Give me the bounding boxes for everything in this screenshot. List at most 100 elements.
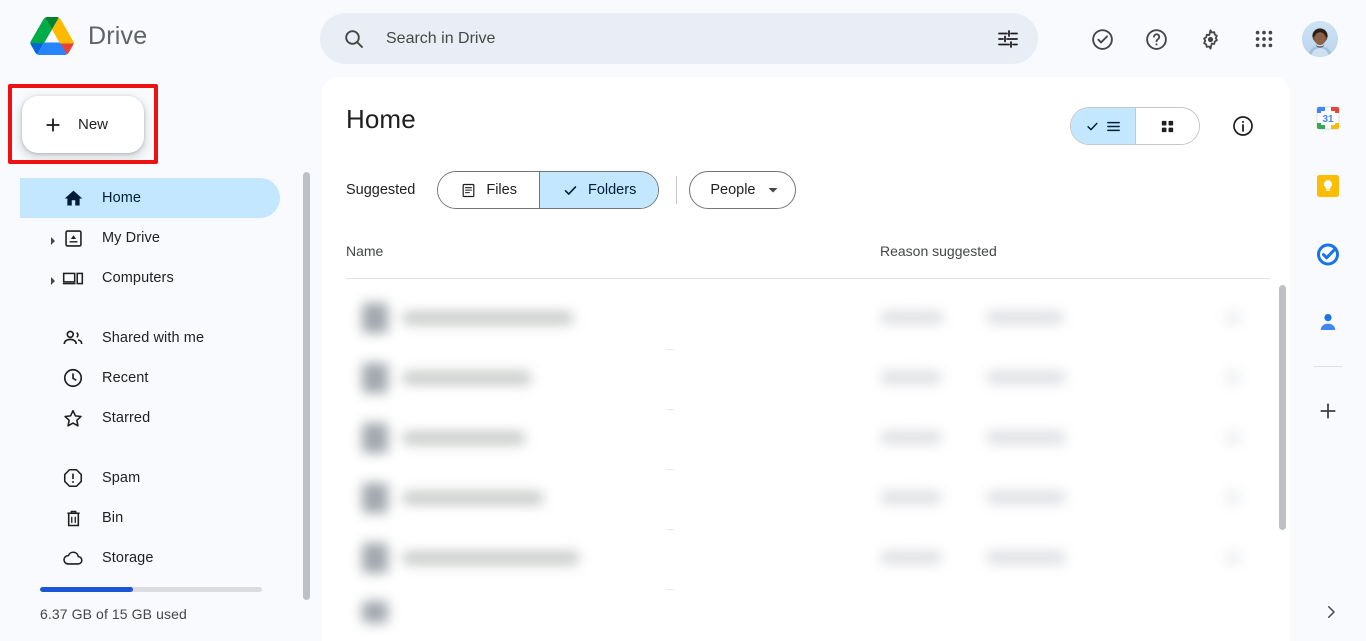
expand-side-panel-button[interactable] [1314,595,1348,629]
tasks-button[interactable] [1078,15,1126,63]
rail-divider [1314,366,1342,367]
chevron-right-icon[interactable] [48,233,58,245]
row-divider [666,589,674,590]
suggested-files-list [322,283,1290,641]
row-name [402,551,580,565]
grid-icon [1161,120,1174,132]
keep-app-button[interactable] [1306,164,1350,208]
row-more-button[interactable] [1226,431,1240,444]
right-side-panel: 31 [1290,77,1366,641]
search-bar[interactable] [320,13,1038,64]
trash-icon [62,507,84,529]
sidebar-item-bin[interactable]: Bin [20,498,280,538]
row-reason-detail [986,491,1066,504]
google-contacts-icon [1320,314,1336,330]
storage-progress-fill [40,587,134,592]
tune-filter-icon [998,29,1018,48]
sidebar-item-starred[interactable]: Starred [20,398,280,438]
table-row[interactable] [346,469,1266,529]
google-drive-window: Drive New Home My Drive Computers Shared… [0,0,1366,641]
row-more-button[interactable] [1226,371,1240,384]
file-type-icon [362,601,388,623]
people-filter-label: People [710,182,756,198]
suggested-label: Suggested [346,182,416,198]
header-icon-group [1078,15,1338,63]
details-info-button[interactable] [1228,111,1258,141]
filter-divider [676,176,678,204]
avatar[interactable] [1302,21,1338,57]
calendar-app-button[interactable]: 31 [1306,96,1350,140]
table-row[interactable] [346,409,1266,469]
avatar-image [1302,21,1338,57]
row-reason [880,371,942,384]
column-header-name: Name [346,243,384,259]
list-icon [1106,121,1120,131]
file-icon [462,183,475,197]
file-type-icon [362,303,388,333]
search-input[interactable] [386,29,974,48]
tasks-app-button[interactable] [1306,232,1350,276]
sidebar-item-my-drive[interactable]: My Drive [20,218,280,258]
brand[interactable]: Drive [30,16,147,56]
sidebar-item-computers[interactable]: Computers [20,258,280,298]
my-drive-icon [62,227,84,249]
sidebar-scrollbar[interactable] [303,172,310,600]
file-type-icon [362,423,388,453]
row-reason [880,311,944,324]
sidebar-item-label: Recent [102,370,149,386]
sidebar-item-recent[interactable]: Recent [20,358,280,398]
sidebar-item-label: Shared with me [102,330,205,346]
google-apps-button[interactable] [1240,15,1288,63]
search-filter-button[interactable] [984,15,1032,63]
table-row[interactable] [346,349,1266,409]
file-type-icon [362,543,388,573]
chevron-right-icon[interactable] [48,273,58,285]
suggested-filter-row: Suggested Files Folders People [346,171,797,209]
sidebar-item-spam[interactable]: Spam [20,458,280,498]
star-icon [62,407,84,429]
new-button[interactable]: New [22,96,144,153]
content-scrollbar[interactable] [1279,285,1286,530]
left-sidebar: Drive New Home My Drive Computers Shared… [0,0,320,641]
table-row[interactable] [346,593,1266,641]
storage-progress-bar [40,587,262,592]
help-button[interactable] [1132,15,1180,63]
sidebar-item-home[interactable]: Home [20,178,280,218]
clock-icon [62,367,84,389]
sidebar-item-label: Bin [102,510,124,526]
google-keep-icon [1317,175,1339,197]
table-row[interactable] [346,529,1266,589]
check-icon [564,185,577,195]
chip-folders[interactable]: Folders [539,172,659,208]
list-view-button[interactable] [1071,108,1135,144]
row-reason-detail [986,431,1066,444]
chip-files[interactable]: Files [438,172,539,208]
settings-button[interactable] [1186,15,1234,63]
row-name [402,371,532,385]
home-icon [62,187,84,209]
sidebar-item-storage[interactable]: Storage [20,538,280,578]
file-type-icon [362,363,388,393]
apps-grid-icon [1255,30,1273,48]
contacts-app-button[interactable] [1306,300,1350,344]
chip-folders-label: Folders [587,182,637,198]
row-more-button[interactable] [1226,311,1240,324]
row-more-button[interactable] [1226,491,1240,504]
suggested-type-chips: Files Folders [437,171,660,209]
row-reason [880,491,942,504]
tasks-check-icon [1091,28,1113,50]
row-name [402,491,544,505]
gear-icon [1202,28,1218,50]
spam-icon [62,467,84,489]
people-filter-button[interactable]: People [689,171,797,209]
add-addon-button[interactable] [1306,389,1350,433]
sidebar-item-label: Home [102,190,142,206]
row-more-button[interactable] [1226,551,1240,564]
table-row[interactable] [346,289,1266,349]
storage-usage-text: 6.37 GB of 15 GB used [40,606,187,622]
row-reason-detail [986,371,1066,384]
sidebar-item-shared-with-me[interactable]: Shared with me [20,318,280,358]
grid-view-button[interactable] [1135,108,1199,144]
